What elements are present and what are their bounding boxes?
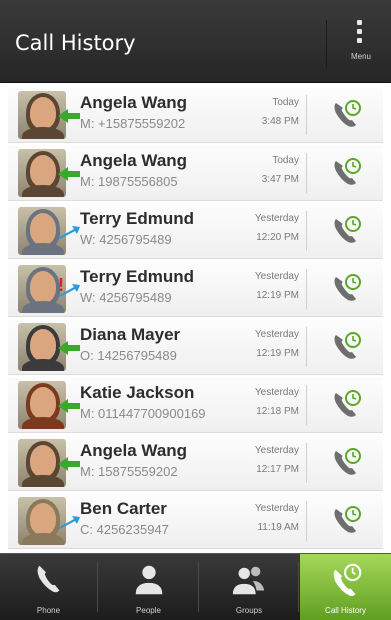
call-history-row[interactable]: Katie Jackson M: 011447700900169 Yesterday… [8, 377, 383, 433]
call-back-icon[interactable] [330, 503, 364, 537]
call-date: Yesterday [254, 271, 299, 282]
call-date: Yesterday [254, 387, 299, 398]
call-time: 12:19 PM [256, 348, 299, 359]
tab-divider [97, 562, 98, 612]
row-divider [306, 153, 307, 193]
phone-number: C: 4256235947 [80, 522, 169, 537]
contact-name: Katie Jackson [80, 383, 195, 402]
menu-button[interactable]: Menu [331, 12, 391, 72]
incoming-call-icon [58, 167, 80, 181]
row-divider [306, 501, 307, 541]
call-history-row[interactable]: Angela Wang M: 15875559202 Yesterday 12:17 … [8, 435, 383, 491]
phone-number: W: 4256795489 [80, 232, 172, 247]
contact-name: Terry Edmund [80, 209, 194, 228]
call-time: 12:17 PM [256, 464, 299, 475]
call-history-row[interactable]: Angela Wang M: +15875559202 Today 3:48 PM [8, 87, 383, 143]
call-time: 12:20 PM [256, 232, 299, 243]
row-divider [306, 443, 307, 483]
row-divider [306, 95, 307, 135]
call-date: Yesterday [254, 213, 299, 224]
call-time: 3:47 PM [261, 174, 299, 185]
call-back-icon[interactable] [330, 271, 364, 305]
missed-call-marker: ! [58, 275, 64, 295]
title-bar-divider [326, 20, 327, 68]
call-time: 11:19 AM [257, 522, 299, 533]
tab-call-history[interactable]: Call History [300, 554, 391, 620]
call-time: 12:19 PM [256, 290, 299, 301]
tab-phone[interactable]: Phone [0, 554, 97, 620]
row-divider [306, 211, 307, 251]
outgoing-call-icon [58, 226, 80, 239]
call-time: 12:18 PM [256, 406, 299, 417]
contact-name: Angela Wang [80, 151, 188, 170]
call-history-row[interactable]: Angela Wang M: 19875556805 Today 3:47 PM [8, 145, 383, 201]
page-title: Call History [15, 31, 136, 55]
incoming-call-icon [58, 341, 80, 355]
call-back-icon[interactable] [330, 155, 364, 189]
incoming-call-icon [58, 457, 80, 471]
call-history-row[interactable]: Ben Carter C: 4256235947 Yesterday 11:19 AM [8, 493, 383, 549]
call-back-icon[interactable] [330, 213, 364, 247]
phone-number: O: 14256795489 [80, 348, 177, 363]
tab-people[interactable]: People [99, 554, 198, 620]
call-date: Today [272, 97, 299, 108]
phone-icon [37, 565, 59, 593]
call-back-icon[interactable] [330, 97, 364, 131]
outgoing-call-icon [58, 516, 80, 529]
call-date: Yesterday [254, 503, 299, 514]
row-divider [306, 327, 307, 367]
contact-name: Angela Wang [80, 441, 188, 460]
incoming-call-icon [58, 399, 80, 413]
menu-label: Menu [350, 52, 371, 61]
call-history-row[interactable]: Terry Edmund W: 4256795489 Yesterday 12:20 … [8, 203, 383, 259]
tab-label: Groups [235, 606, 263, 615]
phone-number: M: 19875556805 [80, 174, 178, 189]
tab-divider [198, 562, 199, 612]
person-icon [135, 565, 162, 595]
incoming-call-icon [58, 109, 80, 123]
contact-name: Angela Wang [80, 93, 188, 112]
row-divider [306, 269, 307, 309]
bottom-tab-bar: Phone People Groups Call History [0, 553, 391, 620]
row-divider [306, 385, 307, 425]
contact-name: Diana Mayer [80, 325, 181, 344]
phone-number: M: +15875559202 [80, 116, 186, 131]
call-date: Today [272, 155, 299, 166]
call-back-icon[interactable] [330, 445, 364, 479]
title-bar: Call History Menu [0, 0, 391, 83]
phone-number: W: 4256795489 [80, 290, 172, 305]
overflow-menu-icon [357, 20, 363, 47]
call-history-list[interactable]: Angela Wang M: +15875559202 Today 3:48 PM An… [0, 83, 391, 553]
call-history-icon [333, 563, 361, 597]
tab-groups[interactable]: Groups [200, 554, 298, 620]
phone-number: M: 15875559202 [80, 464, 178, 479]
tab-label: People [136, 606, 161, 615]
contact-name: Terry Edmund [80, 267, 194, 286]
call-date: Yesterday [254, 445, 299, 456]
call-history-row[interactable]: ! Terry Edmund W: 4256795489 Yesterday 12:19… [8, 261, 383, 317]
tab-label: Phone [36, 606, 61, 615]
group-icon [232, 566, 265, 595]
phone-number: M: 011447700900169 [80, 406, 206, 421]
tab-divider [298, 562, 299, 612]
call-history-row[interactable]: Diana Mayer O: 14256795489 Yesterday 12:19 … [8, 319, 383, 375]
call-back-icon[interactable] [330, 329, 364, 363]
call-date: Yesterday [254, 329, 299, 340]
call-time: 3:48 PM [261, 116, 299, 127]
call-back-icon[interactable] [330, 387, 364, 421]
tab-label: Call History [325, 606, 366, 615]
contact-name: Ben Carter [80, 499, 167, 518]
